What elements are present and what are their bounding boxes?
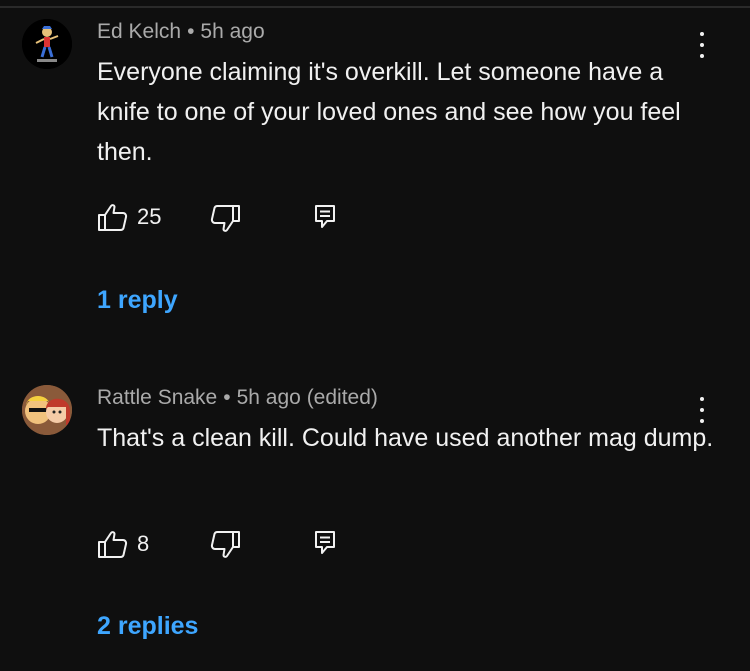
meta-separator: • — [187, 20, 195, 43]
edited-label: (edited) — [306, 386, 378, 409]
timestamp[interactable]: 5h ago — [200, 20, 264, 43]
more-vertical-icon — [700, 397, 704, 401]
reply-button[interactable] — [314, 530, 336, 556]
reply-comment-icon — [315, 205, 335, 228]
dislike-button[interactable] — [209, 530, 241, 560]
thumbs-up-icon — [98, 204, 128, 231]
thumbs-up-icon — [98, 531, 128, 558]
avatar-cartoon-figure — [22, 19, 72, 69]
comment-meta: Rattle Snake • 5h ago (edited) — [97, 386, 378, 410]
like-button[interactable]: 8 — [97, 529, 149, 559]
dislike-button[interactable] — [209, 204, 241, 234]
reply-comment-icon — [315, 531, 335, 554]
more-vertical-icon — [700, 32, 704, 36]
avatar[interactable] — [22, 19, 72, 69]
like-button[interactable]: 25 — [97, 202, 161, 232]
thumbs-down-icon — [210, 205, 240, 232]
like-count: 25 — [137, 204, 162, 229]
view-replies-link[interactable]: 2 replies — [97, 612, 198, 641]
view-replies-link[interactable]: 1 reply — [97, 286, 178, 315]
reply-button[interactable] — [314, 204, 336, 230]
timestamp[interactable]: 5h ago — [237, 386, 301, 409]
more-vertical-icon-dot — [700, 43, 704, 47]
comment-text: That's a clean kill. Could have used ano… — [97, 424, 714, 452]
author-name[interactable]: Ed Kelch — [97, 20, 181, 43]
comment-text: Everyone claiming it's overkill. Let som… — [97, 58, 681, 166]
top-divider — [0, 6, 750, 8]
comment-meta: Ed Kelch • 5h ago — [97, 20, 265, 44]
author-name[interactable]: Rattle Snake — [97, 386, 217, 409]
like-count: 8 — [137, 531, 150, 556]
more-vertical-icon-dot — [700, 408, 704, 412]
thumbs-down-icon — [210, 531, 240, 558]
avatar[interactable] — [22, 385, 72, 435]
avatar-cartoon-couple — [22, 385, 72, 435]
meta-separator: • — [223, 386, 231, 409]
